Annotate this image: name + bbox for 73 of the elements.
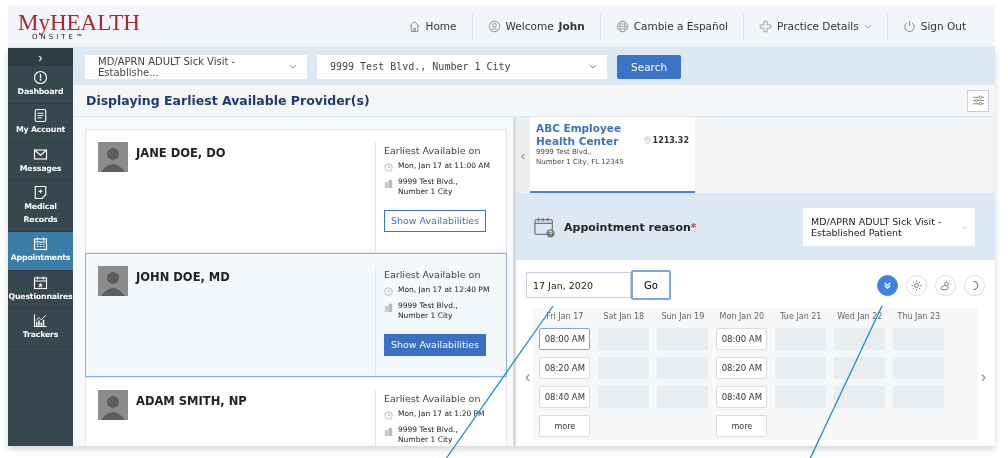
distance-text: 1213.32 [652, 136, 689, 146]
nav-link[interactable]: Home [392, 19, 472, 33]
envelope-icon [33, 146, 48, 162]
sidebar-toggle-button[interactable]: › [8, 48, 73, 66]
empty-slot [834, 357, 886, 379]
go-button[interactable]: Go [631, 270, 671, 300]
nav-link[interactable]: Sign Out [887, 19, 981, 33]
earliest-label: Earliest Available on [384, 144, 482, 156]
day-header: Mon Jan 20 [719, 312, 765, 321]
appointment-reason-select[interactable]: MD/APRN ADULT Sick Visit - Established Patient [803, 208, 975, 246]
sun-icon [911, 279, 922, 291]
map-pin-icon [643, 136, 651, 146]
earliest-label: Earliest Available on [384, 268, 482, 280]
home-icon [407, 19, 421, 33]
date-field[interactable]: 17 Jan, 2020 [526, 272, 631, 298]
search-button[interactable]: Search [617, 54, 682, 79]
time-slot-button[interactable]: 08:00 AM [716, 328, 768, 350]
nav-link[interactable]: Practice Details [744, 19, 887, 33]
more-button[interactable]: more [716, 415, 768, 437]
power-icon [902, 19, 916, 33]
day-header: Sat Jan 18 [603, 312, 645, 321]
location-select[interactable]: 9999 Test Blvd., Number 1 City [317, 54, 607, 79]
calendar-icon [33, 236, 48, 252]
building-icon [384, 303, 393, 312]
earliest-label: Earliest Available on [384, 392, 482, 404]
time-slot-button[interactable]: 08:20 AM [539, 357, 591, 379]
nav-link[interactable]: Welcome John [472, 19, 600, 33]
reason-select[interactable]: MD/APRN ADULT Sick Visit - Establishe... [85, 54, 307, 79]
building-icon [384, 179, 393, 188]
chart-icon [33, 312, 48, 328]
time-slot-button[interactable]: 08:20 AM [716, 357, 768, 379]
show-availabilities-button[interactable]: Show Availabilities [384, 333, 486, 356]
avatar-placeholder [98, 142, 128, 172]
show-availabilities-button[interactable]: Show Availabilities [384, 209, 486, 232]
medical-document-icon [33, 184, 48, 200]
provider-name: ADAM SMITH, NP [136, 393, 248, 410]
calendar-question-icon [534, 216, 556, 238]
day-header: Tue Jan 21 [780, 312, 822, 321]
clock-icon [384, 163, 393, 172]
chevron-down-icon [589, 64, 597, 69]
empty-slot [834, 386, 886, 408]
time-slot-button[interactable]: 08:40 AM [716, 386, 768, 408]
appointment-reason-label: Appointment reason* [564, 220, 698, 234]
globe-icon [615, 19, 629, 33]
document-icon [33, 108, 48, 124]
time-slot-button[interactable]: 08:00 AM [539, 328, 591, 350]
day-header: Sun Jan 19 [661, 312, 705, 321]
chevron-down-icon [289, 64, 297, 69]
day-header: Thu Jan 23 [897, 312, 941, 321]
avatar-placeholder [98, 266, 128, 296]
sliders-icon [971, 94, 985, 107]
location-name: ABC Employee Health Center [536, 122, 623, 148]
gauge-icon [33, 70, 48, 85]
more-button[interactable]: more [539, 415, 591, 437]
sun-cloud-icon [940, 279, 951, 291]
plus-icon [759, 19, 773, 33]
empty-slot [834, 328, 886, 350]
page-title: Displaying Earliest Available Provider(s) [86, 93, 370, 108]
user-icon [487, 19, 501, 33]
chevron-down-icon [961, 224, 967, 230]
building-icon [384, 427, 393, 436]
time-slot-button[interactable]: 08:40 AM [539, 386, 591, 408]
provider-name: JOHN DOE, MD [136, 269, 231, 286]
filter-button[interactable] [967, 89, 989, 112]
day-header: Fri Jan 17 [546, 312, 584, 321]
avatar-placeholder [98, 390, 128, 420]
next-button[interactable]: › [977, 368, 989, 386]
clock-icon [384, 411, 393, 420]
previous-button[interactable]: ‹ [522, 368, 534, 386]
clock-icon [384, 287, 393, 296]
time-filter-button[interactable] [877, 274, 898, 296]
provider-name: JANE DOE, DO [136, 145, 227, 162]
nav-link[interactable]: Cambie a Español [600, 19, 744, 33]
